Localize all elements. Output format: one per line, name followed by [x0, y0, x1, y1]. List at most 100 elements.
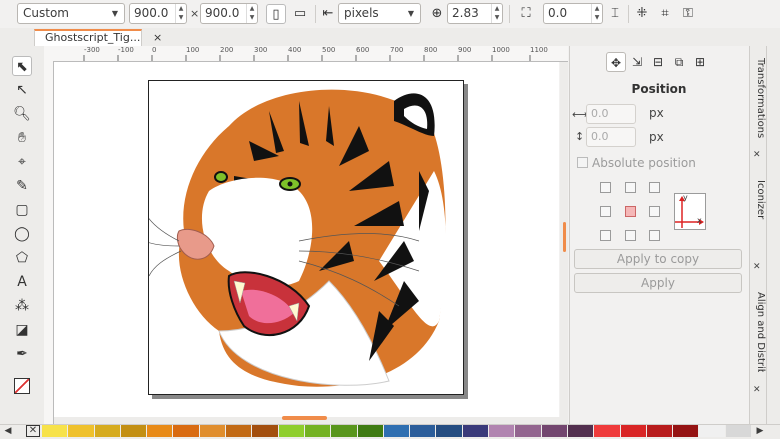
spin-arrows-icon[interactable]: ▲ ▼: [175, 4, 186, 23]
close-icon[interactable]: ×: [153, 31, 162, 45]
color-swatch[interactable]: [42, 425, 68, 437]
page-area[interactable]: [143, 80, 464, 395]
page-height-field[interactable]: 900.0 ▲ ▼: [200, 3, 258, 24]
color-swatch[interactable]: [120, 425, 147, 437]
anchor-center[interactable]: [625, 206, 636, 217]
dock-scrollbar[interactable]: [766, 46, 780, 424]
y-position-field[interactable]: 0.0: [586, 127, 636, 147]
units-combo[interactable]: pixels ▼: [338, 3, 421, 24]
units-icon: ⇤: [322, 6, 334, 21]
tiger-artwork[interactable]: [143, 81, 463, 394]
close-icon[interactable]: ✕: [753, 262, 761, 272]
close-icon[interactable]: ✕: [753, 150, 761, 160]
apply-button[interactable]: Apply: [574, 273, 742, 293]
node-tool-icon[interactable]: ↖: [12, 80, 32, 100]
color-swatch[interactable]: [331, 425, 357, 437]
rectangle-tool-icon[interactable]: ▢: [12, 200, 32, 220]
color-swatch[interactable]: [489, 425, 515, 437]
checkbox-box[interactable]: [577, 157, 588, 168]
color-swatch[interactable]: [699, 425, 725, 437]
tab-transformations[interactable]: Transformations: [748, 58, 766, 144]
skew-tab-icon[interactable]: ⧉: [669, 52, 689, 72]
color-swatch[interactable]: [646, 425, 673, 437]
page-size-preset-combo[interactable]: Custom ▼: [17, 3, 125, 24]
color-swatch[interactable]: [673, 425, 699, 437]
color-swatch[interactable]: [410, 425, 436, 437]
pencil-tool-icon[interactable]: ✎: [12, 176, 32, 196]
apply-to-copy-button[interactable]: Apply to copy: [574, 249, 742, 269]
snap-grid-icon[interactable]: ⌗: [655, 4, 675, 24]
zoom-tool-icon[interactable]: 🔍︎: [12, 104, 32, 124]
horizontal-scroll-thumb[interactable]: [282, 416, 327, 420]
color-swatch[interactable]: [357, 425, 383, 437]
dropper-tool-icon[interactable]: ✒: [12, 344, 32, 364]
document-tab[interactable]: Ghostscript_Tig... ×: [34, 29, 162, 46]
x-position-field[interactable]: 0.0: [586, 104, 636, 124]
palette-scroll-right-icon[interactable]: ▶: [754, 425, 766, 437]
rotate-tab-icon[interactable]: ⊟: [648, 52, 668, 72]
anchor-top-center[interactable]: [625, 182, 636, 193]
spray-tool-icon[interactable]: ⁂: [12, 296, 32, 316]
anchor-bottom-center[interactable]: [625, 230, 636, 241]
star-tool-icon[interactable]: ⬠: [12, 248, 32, 268]
color-swatch[interactable]: [725, 425, 751, 437]
ellipse-tool-icon[interactable]: ◯: [12, 224, 32, 244]
scale-tab-icon[interactable]: ⇲: [627, 52, 647, 72]
bucket-tool-icon[interactable]: ◪: [12, 320, 32, 340]
anchor-top-left[interactable]: [600, 182, 611, 193]
ruler-label: 200: [220, 46, 234, 54]
snap-lock-icon[interactable]: ⚿: [678, 4, 698, 24]
text-tool-icon[interactable]: A: [12, 272, 32, 292]
scale-field[interactable]: 2.83 ▲ ▼: [447, 3, 503, 24]
snap-node-icon[interactable]: ⁜: [632, 4, 652, 24]
color-swatch[interactable]: [462, 425, 489, 437]
anchor-top-right[interactable]: [649, 182, 660, 193]
palette-scroll-left-icon[interactable]: ◀: [2, 425, 14, 437]
snap-bbox-icon[interactable]: ⌶: [605, 4, 625, 24]
fill-stroke-indicator-icon[interactable]: [14, 378, 30, 394]
spin-arrows-icon[interactable]: ▲ ▼: [491, 4, 502, 23]
scale-value: 2.83: [452, 6, 479, 20]
color-swatch[interactable]: [226, 425, 252, 437]
page-width-field[interactable]: 900.0 ▲ ▼: [129, 3, 187, 24]
color-swatch[interactable]: [252, 425, 278, 437]
move-tab-icon[interactable]: ✥: [606, 52, 626, 72]
anchor-middle-right[interactable]: [649, 206, 660, 217]
no-color-swatch-icon[interactable]: ✕: [26, 425, 40, 437]
color-swatch[interactable]: [68, 425, 94, 437]
color-swatch[interactable]: [515, 425, 541, 437]
anchor-bottom-right[interactable]: [649, 230, 660, 241]
matrix-tab-icon[interactable]: ⊞: [690, 52, 710, 72]
tweak-tool-icon[interactable]: ✋︎: [12, 128, 32, 148]
pen-tool-icon[interactable]: ⌖: [12, 152, 32, 172]
vertical-scroll-thumb[interactable]: [563, 222, 566, 252]
tab-align-and-distribute[interactable]: Align and Distrib...: [748, 292, 766, 372]
color-swatch[interactable]: [278, 425, 304, 437]
color-swatch[interactable]: [541, 425, 567, 437]
color-swatch[interactable]: [436, 425, 462, 437]
vertical-arrow-icon: ↕: [575, 130, 585, 143]
anchor-bottom-left[interactable]: [600, 230, 611, 241]
spin-arrows-icon[interactable]: ▲ ▼: [246, 4, 257, 23]
color-swatch[interactable]: [94, 425, 120, 437]
color-swatch[interactable]: [304, 425, 331, 437]
color-swatch[interactable]: [173, 425, 199, 437]
color-swatch[interactable]: [147, 425, 173, 437]
vertical-ruler: [44, 61, 54, 424]
close-icon[interactable]: ✕: [753, 385, 761, 395]
tab-iconizer[interactable]: Iconizer: [748, 180, 766, 220]
portrait-icon[interactable]: ▯: [266, 4, 286, 24]
color-swatch[interactable]: [567, 425, 594, 437]
absolute-position-checkbox[interactable]: Absolute position: [577, 156, 696, 170]
selector-tool-icon[interactable]: ⬉: [12, 56, 32, 76]
color-swatch[interactable]: [383, 425, 410, 437]
color-swatch[interactable]: [594, 425, 620, 437]
anchor-middle-left[interactable]: [600, 206, 611, 217]
color-swatch[interactable]: [199, 425, 226, 437]
ruler-label: 500: [322, 46, 336, 54]
color-swatch[interactable]: [620, 425, 646, 437]
spin-arrows-icon[interactable]: ▲ ▼: [591, 4, 602, 23]
position-heading: Position: [631, 82, 687, 96]
margin-field[interactable]: 0.0 ▲ ▼: [543, 3, 603, 24]
landscape-icon[interactable]: ▭: [290, 4, 310, 24]
